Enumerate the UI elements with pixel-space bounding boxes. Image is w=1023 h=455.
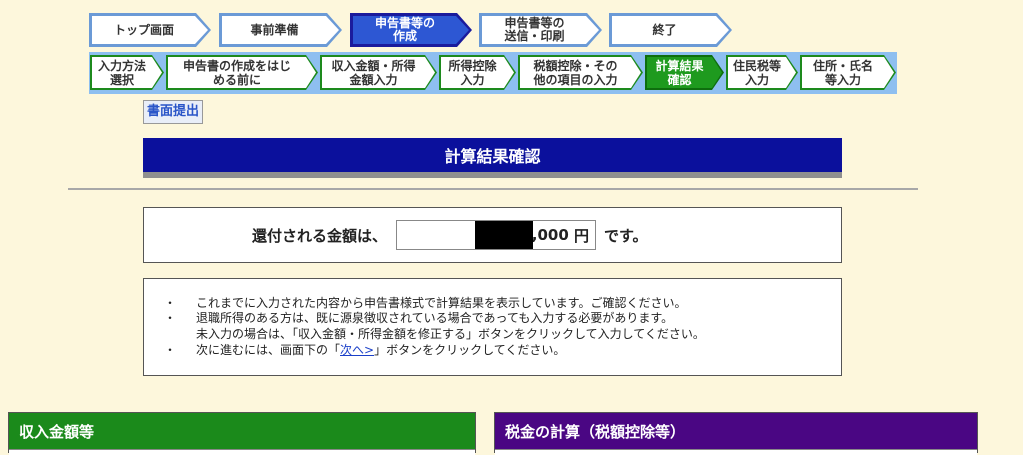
substep-input-method[interactable]: 入力方法 選択 bbox=[90, 55, 164, 90]
refund-label: 還付される金額は、 bbox=[252, 226, 388, 245]
note-text: 次に進むには、画面下の「 bbox=[196, 343, 341, 357]
bullet: ・ bbox=[164, 343, 177, 357]
note-text: 退職所得のある方は、既に源泉徴収されている場合であっても入力する必要があります。 bbox=[196, 311, 674, 325]
substep-label: 申告書の作成をはじ める前に bbox=[182, 58, 291, 87]
substep-label: 計算結果 確認 bbox=[655, 58, 704, 87]
substep-before-start[interactable]: 申告書の作成をはじ める前に bbox=[166, 55, 318, 90]
note-line: ・ これまでに入力された内容から申告書様式で計算結果を表示しています。ご確認くださ… bbox=[164, 296, 686, 311]
refund-amount-field: ,000 円 bbox=[396, 220, 597, 250]
bullet: ・ bbox=[164, 296, 177, 310]
refund-box: 還付される金額は、 ,000 円 です。 bbox=[143, 207, 842, 263]
tax-table-row bbox=[495, 449, 977, 455]
step-create-return-label: 申告書等の 作成 bbox=[374, 16, 435, 43]
substep-resident-tax[interactable]: 住民税等 入力 bbox=[726, 55, 798, 90]
paper-submission-button[interactable]: 書面提出 bbox=[143, 100, 204, 124]
step-top-label: トップ画面 bbox=[113, 22, 174, 37]
substep-label: 住民税等 入力 bbox=[732, 58, 781, 87]
step-top[interactable]: トップ画面 bbox=[89, 13, 211, 47]
substep-result-confirm[interactable]: 計算結果 確認 bbox=[645, 55, 724, 90]
substep-address-name[interactable]: 住所・氏名 等入力 bbox=[800, 55, 896, 90]
substep-deduction-input[interactable]: 所得控除 入力 bbox=[439, 55, 516, 90]
note-text: これまでに入力された内容から申告書様式で計算結果を表示しています。ご確認ください… bbox=[196, 296, 687, 310]
bullet: ・ bbox=[164, 311, 177, 325]
redacted-amount bbox=[475, 221, 534, 249]
note-text: 未入力の場合は、「収入金額・所得金額を修正する」ボタンをクリックして入力してくだ… bbox=[196, 327, 705, 341]
note-line: ・ 退職所得のある方は、既に源泉徴収されている場合であっても入力する必要があります… bbox=[164, 311, 673, 326]
divider bbox=[68, 188, 918, 190]
substep-label: 所得控除 入力 bbox=[448, 58, 497, 87]
income-panel: 収入金額等 bbox=[8, 412, 476, 455]
page-title: 計算結果確認 bbox=[143, 138, 842, 178]
substep-label: 税額控除・その 他の項目の入力 bbox=[533, 58, 618, 87]
substep-label: 収入金額・所得 金額入力 bbox=[331, 58, 416, 87]
income-table-row bbox=[9, 449, 475, 455]
next-link[interactable]: 次へ> bbox=[340, 343, 374, 357]
tax-panel-title: 税金の計算（税額控除等） bbox=[505, 422, 686, 441]
tax-panel: 税金の計算（税額控除等） bbox=[494, 412, 978, 455]
substep-tax-credit-input[interactable]: 税額控除・その 他の項目の入力 bbox=[518, 55, 643, 90]
step-preparation[interactable]: 事前準備 bbox=[219, 13, 342, 47]
step-send-print-label: 申告書等の 送信・印刷 bbox=[504, 16, 565, 43]
substep-label: 入力方法 選択 bbox=[97, 58, 146, 87]
step-create-return[interactable]: 申告書等の 作成 bbox=[350, 13, 472, 47]
step-send-print[interactable]: 申告書等の 送信・印刷 bbox=[479, 13, 602, 47]
note-text: 」ボタンをクリックしてください。 bbox=[374, 343, 566, 357]
refund-amount-suffix: ,000 bbox=[531, 226, 569, 244]
step-finish[interactable]: 終了 bbox=[609, 13, 732, 47]
refund-unit: 円 bbox=[574, 226, 590, 245]
step-finish-label: 終了 bbox=[652, 22, 677, 37]
note-line: ・ 次に進むには、画面下の「次へ>」ボタンをクリックしてください。 bbox=[164, 343, 565, 358]
note-line: 未入力の場合は、「収入金額・所得金額を修正する」ボタンをクリックして入力してくだ… bbox=[164, 327, 705, 342]
step-preparation-label: 事前準備 bbox=[250, 22, 299, 37]
instruction-box: ・ これまでに入力された内容から申告書様式で計算結果を表示しています。ご確認くださ… bbox=[143, 278, 842, 376]
refund-suffix: です。 bbox=[604, 226, 648, 245]
income-panel-title: 収入金額等 bbox=[19, 422, 95, 441]
substep-income-input[interactable]: 収入金額・所得 金額入力 bbox=[320, 55, 437, 90]
substep-label: 住所・氏名 等入力 bbox=[812, 58, 873, 87]
